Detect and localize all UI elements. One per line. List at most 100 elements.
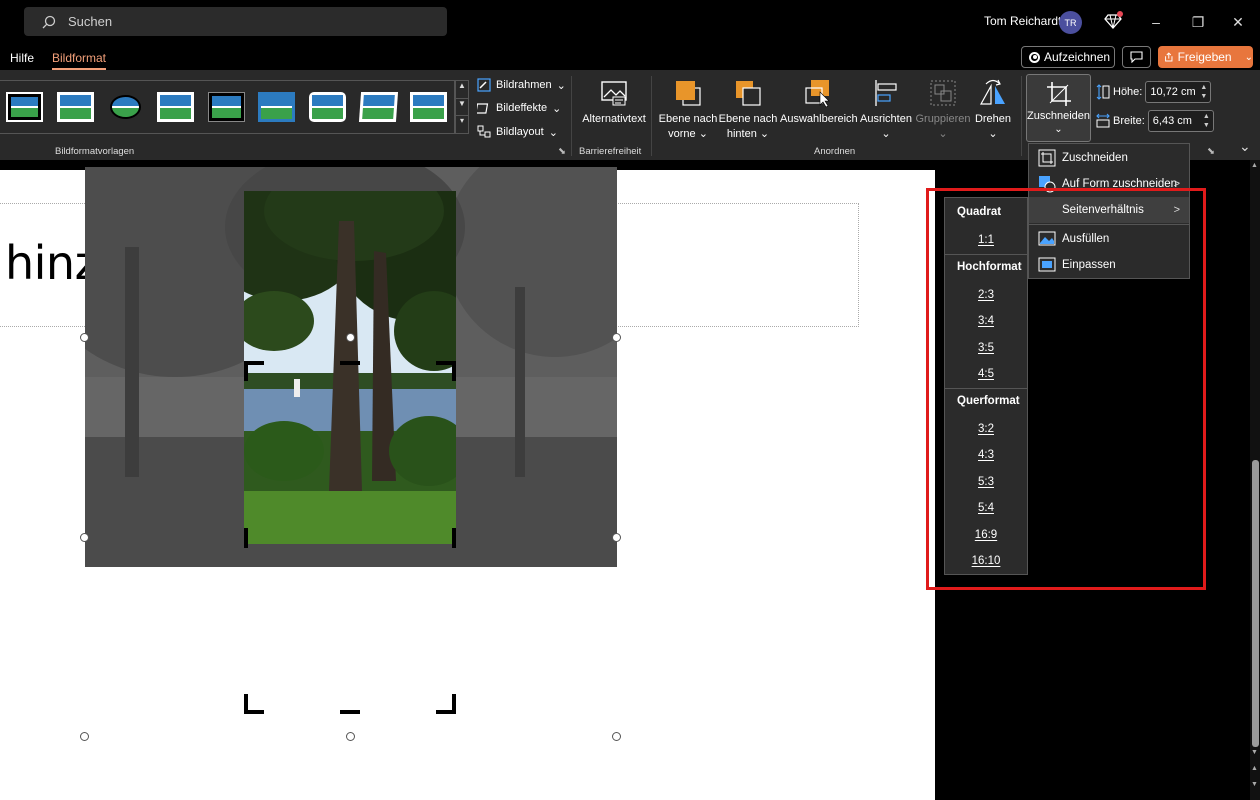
height-spin-down[interactable]: ▼ bbox=[1200, 92, 1207, 101]
align-button[interactable]: Ausrichten ⌄ bbox=[858, 78, 914, 142]
gallery-scroll: ▲ ▼ ▾ bbox=[455, 80, 469, 134]
height-spin-up[interactable]: ▲ bbox=[1200, 83, 1207, 92]
width-input[interactable]: 6,43 cm ▲ ▼ bbox=[1147, 110, 1214, 132]
height-input[interactable]: 10,72 cm ▲ ▼ bbox=[1145, 81, 1212, 103]
aspect-5-3[interactable]: 5:3 bbox=[945, 476, 1027, 488]
aspect-4-3[interactable]: 4:3 bbox=[945, 449, 1027, 461]
aspect-4-5[interactable]: 4:5 bbox=[945, 368, 1027, 380]
search-box[interactable]: Suchen bbox=[24, 7, 447, 36]
share-icon bbox=[1165, 52, 1173, 62]
aspect-16-10[interactable]: 16:10 bbox=[945, 555, 1027, 567]
style-thumb-3[interactable] bbox=[107, 92, 144, 122]
aspect-3-2[interactable]: 3:2 bbox=[945, 423, 1027, 435]
group-button[interactable]: Gruppieren ⌄ bbox=[914, 78, 972, 142]
picture-layout-icon bbox=[477, 125, 491, 138]
resize-handle-right[interactable] bbox=[612, 533, 621, 542]
aspect-1-1[interactable]: 1:1 bbox=[945, 234, 1027, 246]
rotate-button[interactable]: Drehen ⌄ bbox=[972, 78, 1014, 142]
picture-border-label: Bildrahmen bbox=[496, 79, 552, 91]
previous-slide-icon[interactable]: ▲ bbox=[1251, 765, 1258, 772]
crop-handle-left[interactable] bbox=[244, 528, 248, 548]
share-chevron-icon[interactable]: ⌄ bbox=[1245, 52, 1253, 63]
comments-button[interactable] bbox=[1122, 46, 1151, 68]
height-icon bbox=[1096, 84, 1110, 100]
share-label: Freigeben bbox=[1177, 50, 1232, 64]
menu-item-aspect-ratio[interactable]: Seitenverhältnis > bbox=[1029, 197, 1189, 223]
style-thumb-6[interactable] bbox=[258, 92, 295, 122]
width-spin-down[interactable]: ▼ bbox=[1203, 121, 1210, 130]
alt-text-button[interactable]: Alternativtext bbox=[578, 78, 650, 127]
premium-diamond-icon[interactable] bbox=[1104, 11, 1123, 30]
picture-layout-button[interactable]: Bildlayout ⌄ bbox=[477, 125, 558, 139]
menu-item-crop[interactable]: Zuschneiden bbox=[1029, 145, 1189, 171]
send-backward-button[interactable]: Ebene nach hinten ⌄ bbox=[718, 78, 778, 142]
cropped-picture[interactable] bbox=[244, 191, 456, 544]
selection-pane-button[interactable]: Auswahlbereich bbox=[780, 78, 858, 127]
tab-hilfe[interactable]: Hilfe bbox=[10, 51, 34, 65]
resize-handle-left[interactable] bbox=[80, 533, 89, 542]
aspect-ratio-submenu: Quadrat 1:1 Hochformat 2:3 3:4 3:5 4:5 Q… bbox=[944, 197, 1028, 575]
menu-item-fit[interactable]: Einpassen bbox=[1029, 252, 1189, 278]
next-slide-icon[interactable]: ▼ bbox=[1251, 781, 1258, 788]
resize-handle-br[interactable] bbox=[612, 732, 621, 741]
bring-forward-button[interactable]: Ebene nach vorne ⌄ bbox=[658, 78, 718, 142]
resize-handle-tr[interactable] bbox=[612, 333, 621, 342]
collapse-ribbon-icon[interactable]: ⌄ bbox=[1239, 138, 1251, 155]
aspect-16-9[interactable]: 16:9 bbox=[945, 529, 1027, 541]
gallery-more-button[interactable]: ▾ bbox=[456, 116, 468, 133]
scrollbar-thumb[interactable] bbox=[1252, 460, 1259, 747]
submenu-header-square: Quadrat bbox=[957, 206, 1002, 218]
crop-handle-bl-v[interactable] bbox=[244, 694, 248, 714]
scroll-down-icon[interactable]: ▼ bbox=[1251, 749, 1258, 756]
style-thumb-8[interactable] bbox=[358, 92, 399, 122]
close-button[interactable]: ✕ bbox=[1228, 12, 1248, 32]
submenu-arrow-icon: > bbox=[1173, 204, 1180, 216]
group-icon bbox=[928, 78, 958, 108]
crop-handle-tr-v[interactable] bbox=[452, 361, 456, 381]
width-spin-up[interactable]: ▲ bbox=[1203, 112, 1210, 121]
resize-handle-top[interactable] bbox=[346, 333, 355, 342]
crop-handle-bottom[interactable] bbox=[340, 710, 360, 714]
aspect-3-5[interactable]: 3:5 bbox=[945, 342, 1027, 354]
share-button[interactable]: Freigeben ⌄ bbox=[1158, 46, 1253, 68]
menu-item-crop-to-shape[interactable]: Auf Form zuschneiden > bbox=[1029, 171, 1189, 197]
style-thumb-2[interactable] bbox=[57, 92, 94, 122]
picture-border-icon bbox=[477, 78, 491, 92]
style-thumb-1[interactable] bbox=[6, 92, 43, 122]
style-thumb-7[interactable] bbox=[309, 92, 346, 122]
restore-button[interactable]: ❐ bbox=[1188, 12, 1208, 32]
crop-handle-br-v[interactable] bbox=[452, 694, 456, 714]
style-thumb-9[interactable] bbox=[410, 92, 447, 122]
gallery-down-button[interactable]: ▼ bbox=[456, 99, 468, 117]
bring-forward-label-1: Ebene nach bbox=[658, 113, 718, 125]
style-thumb-5[interactable] bbox=[208, 92, 245, 122]
crop-button[interactable]: Zuschneiden ⌄ bbox=[1026, 74, 1091, 142]
resize-handle-bottom[interactable] bbox=[346, 732, 355, 741]
selection-pane-label: Auswahlbereich bbox=[780, 113, 858, 125]
size-dialog-launcher-icon[interactable]: ⬊ bbox=[1207, 146, 1215, 157]
menu-item-fill[interactable]: Ausfüllen bbox=[1029, 226, 1189, 252]
align-label: Ausrichten bbox=[860, 113, 912, 125]
resize-handle-tl[interactable] bbox=[80, 333, 89, 342]
crop-handle-top[interactable] bbox=[340, 361, 360, 365]
minimize-button[interactable]: – bbox=[1146, 12, 1166, 32]
aspect-2-3[interactable]: 2:3 bbox=[945, 289, 1027, 301]
record-button[interactable]: Aufzeichnen bbox=[1021, 46, 1115, 68]
picture-effects-button[interactable]: Bildeffekte ⌄ bbox=[477, 101, 561, 115]
avatar[interactable]: TR bbox=[1059, 11, 1082, 34]
gallery-up-button[interactable]: ▲ bbox=[456, 81, 468, 99]
picture-border-button[interactable]: Bildrahmen ⌄ bbox=[477, 78, 566, 92]
bring-forward-icon bbox=[673, 78, 703, 108]
style-thumb-4[interactable] bbox=[157, 92, 194, 122]
aspect-3-4[interactable]: 3:4 bbox=[945, 315, 1027, 327]
styles-dialog-launcher-icon[interactable]: ⬊ bbox=[558, 146, 566, 157]
submenu-header-portrait: Hochformat bbox=[957, 261, 1022, 273]
crop-handle-tl-v[interactable] bbox=[244, 361, 248, 381]
crop-menu: Zuschneiden Auf Form zuschneiden > Seite… bbox=[1028, 143, 1190, 279]
user-name[interactable]: Tom Reichardt bbox=[984, 14, 1061, 28]
aspect-5-4[interactable]: 5:4 bbox=[945, 502, 1027, 514]
crop-handle-right[interactable] bbox=[452, 528, 456, 548]
resize-handle-bl[interactable] bbox=[80, 732, 89, 741]
tab-bildformat[interactable]: Bildformat bbox=[52, 51, 107, 70]
scroll-up-icon[interactable]: ▲ bbox=[1251, 162, 1258, 169]
